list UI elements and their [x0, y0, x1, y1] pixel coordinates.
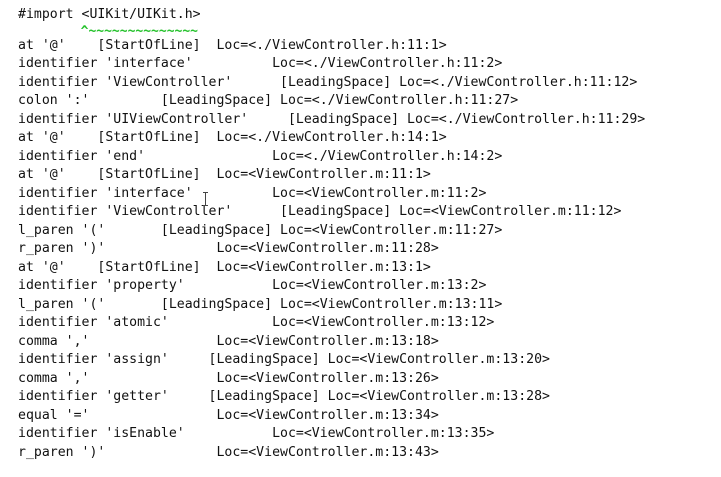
output-line: comma ',' Loc=<ViewController.m:13:18> — [18, 333, 439, 349]
text-cursor-icon — [202, 192, 209, 206]
output-line: #import <UIKit/UIKit.h> — [18, 7, 201, 22]
output-line: identifier 'ViewController' [LeadingSpac… — [18, 204, 622, 219]
output-line: l_paren '(' [LeadingSpace] Loc=<ViewCont… — [18, 296, 503, 312]
output-line: identifier 'assign' [LeadingSpace] Loc=<… — [18, 352, 550, 367]
output-line: identifier 'property' Loc=<ViewControlle… — [18, 278, 487, 293]
output-line: at '@' [StartOfLine] Loc=<./ViewControll… — [18, 130, 447, 145]
output-line: r_paren ')' Loc=<ViewController.m:11:28> — [18, 241, 439, 256]
output-line: identifier 'interface' Loc=<./ViewContro… — [18, 56, 503, 71]
output-line: colon ':' [LeadingSpace] Loc=<./ViewCont… — [18, 93, 519, 108]
output-line: identifier 'UIViewController' [LeadingSp… — [18, 111, 646, 127]
output-line: l_paren '(' [LeadingSpace] Loc=<ViewCont… — [18, 222, 503, 238]
output-line: at '@' [StartOfLine] Loc=<ViewController… — [18, 167, 431, 182]
output-line: comma ',' Loc=<ViewController.m:13:26> — [18, 370, 439, 386]
output-line: identifier 'end' Loc=<./ViewController.h… — [18, 148, 503, 164]
output-line: identifier 'ViewController' [LeadingSpac… — [18, 74, 638, 90]
output-line: identifier 'interface' Loc=<ViewControll… — [18, 185, 487, 201]
diagnostic-caret-line: ^~~~~~~~~~~~~~~ — [18, 23, 199, 39]
token-dump: #import <UIKit/UIKit.h> ^~~~~~~~~~~~~~~ a… — [18, 6, 645, 462]
output-line: equal '=' Loc=<ViewController.m:13:34> — [18, 407, 439, 423]
output-line: at '@' [StartOfLine] Loc=<./ViewControll… — [18, 37, 447, 53]
output-line: r_paren ')' Loc=<ViewController.m:13:43> — [18, 444, 439, 460]
output-line: at '@' [StartOfLine] Loc=<ViewController… — [18, 259, 431, 275]
terminal-output[interactable]: #import <UIKit/UIKit.h> ^~~~~~~~~~~~~~~ a… — [0, 0, 721, 477]
output-line: identifier 'isEnable' Loc=<ViewControlle… — [18, 426, 495, 441]
output-line: identifier 'atomic' Loc=<ViewController.… — [18, 315, 495, 330]
output-line: identifier 'getter' [LeadingSpace] Loc=<… — [18, 389, 550, 404]
